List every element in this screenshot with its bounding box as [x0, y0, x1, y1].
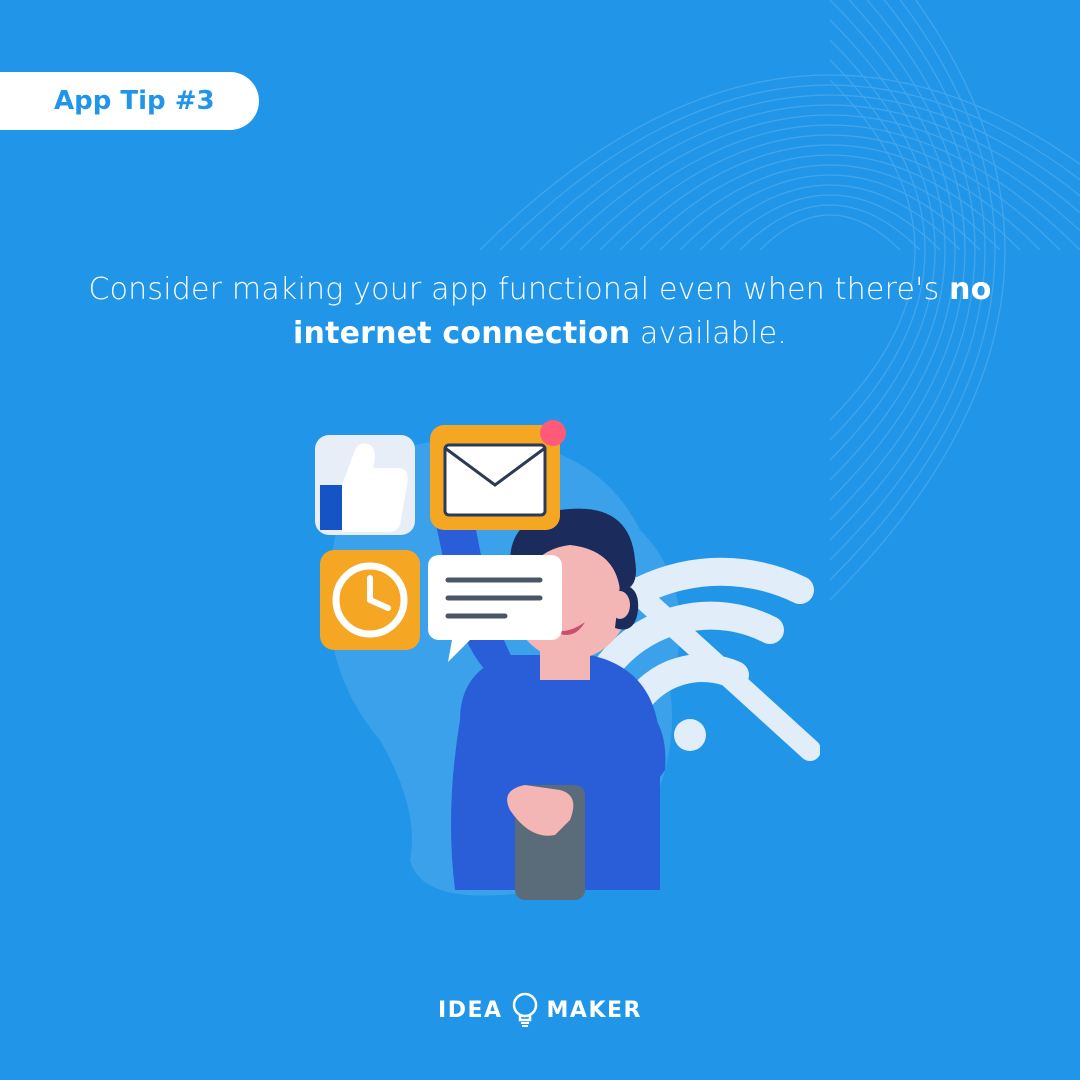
headline-post: available.: [630, 316, 787, 351]
logo-right: MAKER: [547, 998, 642, 1023]
logo-left: IDEA: [438, 998, 503, 1023]
illustration: [260, 390, 820, 910]
lightbulb-icon: [511, 992, 539, 1028]
headline: Consider making your app functional even…: [65, 268, 1015, 355]
headline-pre: Consider making your app functional even…: [88, 272, 949, 307]
tip-badge-label: App Tip #3: [54, 86, 215, 116]
tip-badge: App Tip #3: [0, 72, 259, 130]
thumbs-up-icon: [315, 435, 415, 535]
brand-logo: IDEA MAKER: [438, 992, 642, 1028]
clock-icon: [320, 550, 420, 650]
mail-icon: [430, 420, 566, 530]
